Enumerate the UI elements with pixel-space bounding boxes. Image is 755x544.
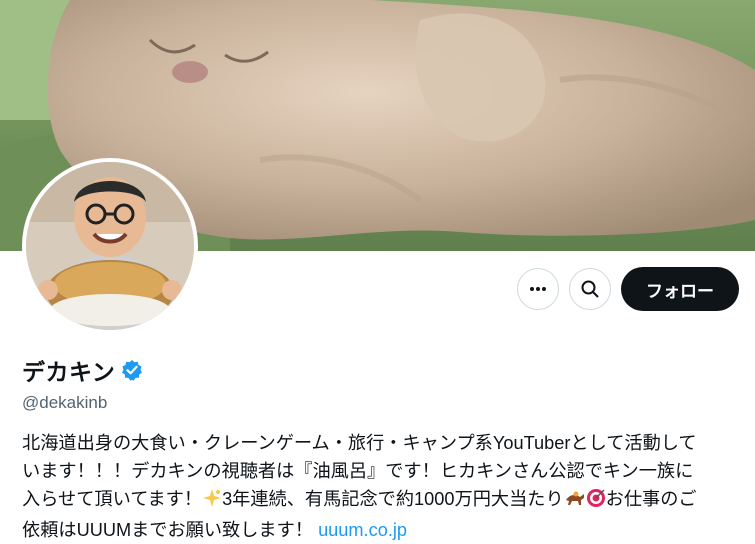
avatar[interactable] bbox=[26, 162, 194, 330]
display-name: デカキン bbox=[22, 359, 116, 385]
bio-line: 北海道出身の大食い・クレーンゲーム・旅行・キャンプ系YouTuberとして活動し… bbox=[22, 433, 697, 453]
bio-line: 入らせて頂いてます！ 3年連続、有馬記念で約1000万円大当たり お仕事のご bbox=[22, 485, 742, 516]
more-icon bbox=[530, 287, 546, 291]
horse-racing-icon bbox=[564, 488, 586, 516]
search-button[interactable] bbox=[569, 268, 611, 310]
avatar-photo bbox=[26, 162, 194, 330]
follow-button[interactable]: フォロー bbox=[621, 267, 739, 311]
profile-actions: フォロー bbox=[517, 267, 739, 311]
verified-badge-icon[interactable] bbox=[121, 359, 143, 381]
website-link[interactable]: uuum.co.jp bbox=[318, 520, 407, 540]
avatar-frame[interactable] bbox=[22, 158, 198, 334]
bio-text: 依頼はUUUMまでお願い致します！ bbox=[22, 520, 313, 540]
handle: @dekakinb bbox=[22, 393, 108, 412]
bio-line: います！！！デカキンの視聴者は『油風呂』です！ヒカキンさん公認でキン一族に bbox=[22, 461, 694, 481]
sparkles-icon bbox=[202, 488, 222, 516]
bio-text: 3年連続、有馬記念で約1000万円大当たり bbox=[222, 489, 564, 509]
name-row: デカキン bbox=[22, 353, 143, 387]
bio-text: 入らせて頂いてます！ bbox=[22, 489, 203, 509]
more-button[interactable] bbox=[517, 268, 559, 310]
bio-text: お仕事のご bbox=[605, 489, 697, 509]
direct-hit-icon bbox=[586, 488, 606, 516]
bio: 北海道出身の大食い・クレーンゲーム・旅行・キャンプ系YouTuberとして活動し… bbox=[22, 429, 742, 544]
search-icon bbox=[581, 280, 599, 298]
